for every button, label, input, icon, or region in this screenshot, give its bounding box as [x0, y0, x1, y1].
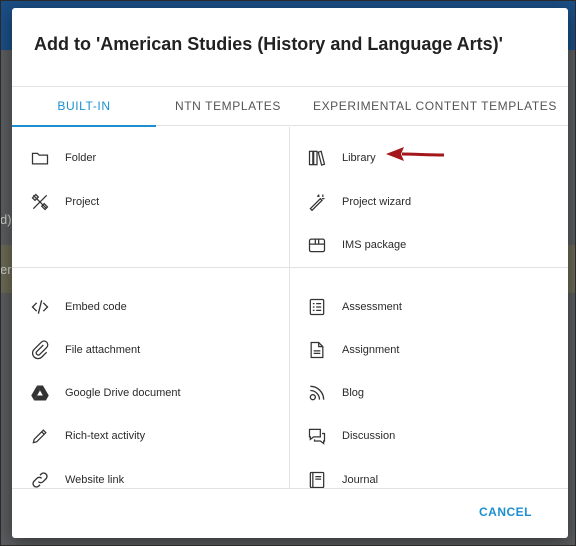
add-website-link-label: Website link — [65, 474, 125, 486]
tab-experimental-content-templates[interactable]: EXPERIMENTAL CONTENT TEMPLATES — [312, 87, 558, 126]
add-assignment-item[interactable]: Assignment — [306, 335, 556, 365]
pencil-icon — [29, 425, 51, 447]
annotation-arrow — [386, 147, 445, 161]
add-ims-package-label: IMS package — [342, 239, 407, 251]
tab-ntn-templates[interactable]: NTN TEMPLATES — [156, 87, 300, 126]
add-blog-label: Blog — [342, 387, 365, 399]
magic-wand-icon — [306, 191, 328, 213]
document-icon — [306, 339, 328, 361]
add-discussion-label: Discussion — [342, 430, 396, 442]
chat-bubbles-icon — [306, 425, 328, 447]
add-assessment-item[interactable]: Assessment — [306, 292, 556, 322]
folder-icon — [29, 147, 51, 169]
add-embed-code-item[interactable]: Embed code — [29, 292, 279, 322]
checklist-icon — [306, 296, 328, 318]
add-folder-label: Folder — [65, 152, 97, 164]
google-drive-icon — [29, 382, 51, 404]
code-icon — [29, 296, 51, 318]
rss-blog-icon — [306, 382, 328, 404]
add-assignment-label: Assignment — [342, 344, 400, 356]
section-divider — [12, 267, 568, 268]
cancel-button[interactable]: CANCEL — [479, 505, 532, 519]
paperclip-icon — [29, 339, 51, 361]
add-embed-code-label: Embed code — [65, 301, 127, 313]
add-rich-text-activity-label: Rich-text activity — [65, 430, 146, 442]
add-project-wizard-item[interactable]: Project wizard — [306, 187, 556, 217]
add-google-drive-document-item[interactable]: Google Drive document — [29, 378, 279, 408]
content-type-grid: Folder Project Library Project wizard IM… — [12, 127, 568, 489]
add-rich-text-activity-item[interactable]: Rich-text activity — [29, 421, 279, 451]
project-tools-icon — [29, 191, 51, 213]
dialog-footer: CANCEL — [12, 488, 568, 538]
add-google-drive-document-label: Google Drive document — [65, 387, 181, 399]
add-project-item[interactable]: Project — [29, 187, 279, 217]
tab-built-in[interactable]: BUILT-IN — [12, 87, 156, 127]
add-assessment-label: Assessment — [342, 301, 402, 313]
library-books-icon — [306, 147, 328, 169]
background-text-fragment: er — [0, 262, 12, 277]
add-file-attachment-label: File attachment — [65, 344, 141, 356]
add-blog-item[interactable]: Blog — [306, 378, 556, 408]
add-discussion-item[interactable]: Discussion — [306, 421, 556, 451]
dialog-title: Add to 'American Studies (History and La… — [34, 34, 503, 54]
add-file-attachment-item[interactable]: File attachment — [29, 335, 279, 365]
package-box-icon — [306, 234, 328, 256]
tab-bar: BUILT-IN NTN TEMPLATES EXPERIMENTAL CONT… — [12, 86, 568, 127]
add-project-label: Project — [65, 196, 100, 208]
add-folder-item[interactable]: Folder — [29, 143, 279, 173]
add-project-wizard-label: Project wizard — [342, 196, 412, 208]
background-text-fragment: d) — [0, 212, 12, 227]
column-divider — [289, 127, 290, 488]
add-content-dialog: Add to 'American Studies (History and La… — [12, 8, 568, 538]
add-ims-package-item[interactable]: IMS package — [306, 230, 556, 260]
add-journal-label: Journal — [342, 474, 379, 486]
add-library-label: Library — [342, 152, 376, 164]
